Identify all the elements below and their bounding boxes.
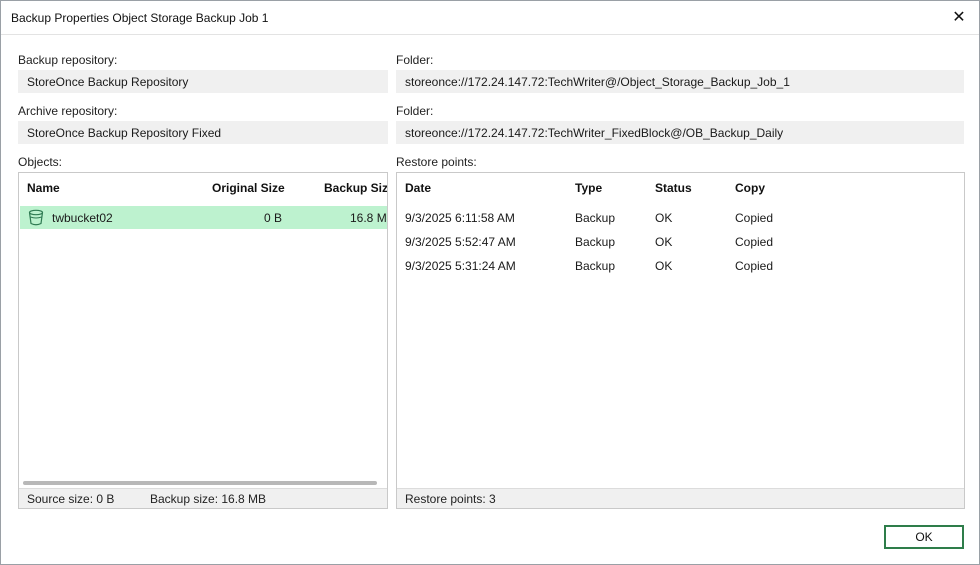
table-row[interactable]: 9/3/2025 5:52:47 AM Backup OK Copied xyxy=(397,230,964,254)
archive-repository-label: Archive repository: xyxy=(18,104,118,118)
column-header-original-size[interactable]: Original Size xyxy=(212,181,285,195)
restore-points-label: Restore points: xyxy=(396,155,477,169)
window-title: Backup Properties Object Storage Backup … xyxy=(11,11,269,25)
restore-point-copy: Copied xyxy=(735,259,774,273)
restore-point-date: 9/3/2025 6:11:58 AM xyxy=(405,211,515,225)
objects-status-bar: Source size: 0 B Backup size: 16.8 MB xyxy=(19,488,387,508)
restore-point-status: OK xyxy=(655,211,673,225)
source-size-text: Source size: 0 B xyxy=(27,492,115,506)
objects-label: Objects: xyxy=(18,155,63,169)
bucket-icon xyxy=(28,209,44,226)
title-bar: Backup Properties Object Storage Backup … xyxy=(1,1,979,35)
table-row[interactable]: twbucket02 0 B 16.8 MB xyxy=(20,206,387,229)
restore-point-copy: Copied xyxy=(735,211,774,225)
column-header-copy[interactable]: Copy xyxy=(735,181,765,195)
object-name: twbucket02 xyxy=(52,211,113,225)
horizontal-scrollbar[interactable] xyxy=(23,481,377,485)
column-header-date[interactable]: Date xyxy=(405,181,431,195)
archive-repository-field: StoreOnce Backup Repository Fixed xyxy=(18,121,388,144)
restore-points-status-bar: Restore points: 3 xyxy=(397,488,964,508)
backup-folder-field: storeonce://172.24.147.72:TechWriter@/Ob… xyxy=(396,70,964,93)
column-header-type[interactable]: Type xyxy=(575,181,602,195)
backup-repository-label: Backup repository: xyxy=(18,53,118,67)
restore-point-type: Backup xyxy=(575,235,616,249)
restore-point-date: 9/3/2025 5:52:47 AM xyxy=(405,235,516,249)
restore-point-date: 9/3/2025 5:31:24 AM xyxy=(405,259,516,273)
backup-folder-label: Folder: xyxy=(396,53,434,67)
column-header-status[interactable]: Status xyxy=(655,181,692,195)
backup-properties-dialog: Backup Properties Object Storage Backup … xyxy=(0,0,980,565)
restore-point-copy: Copied xyxy=(735,235,774,249)
restore-points-table: Date Type Status Copy 9/3/2025 6:11:58 A… xyxy=(396,172,965,509)
table-row[interactable]: 9/3/2025 5:31:24 AM Backup OK Copied xyxy=(397,254,964,278)
close-icon[interactable]: ✕ xyxy=(949,8,969,28)
ok-button[interactable]: OK xyxy=(884,525,964,549)
restore-point-status: OK xyxy=(655,235,673,249)
restore-points-count: Restore points: 3 xyxy=(405,492,496,506)
table-row[interactable]: 9/3/2025 6:11:58 AM Backup OK Copied xyxy=(397,206,964,230)
backup-size-text: Backup size: 16.8 MB xyxy=(150,492,267,506)
restore-point-status: OK xyxy=(655,259,673,273)
restore-point-type: Backup xyxy=(575,211,616,225)
object-original-size: 0 B xyxy=(263,211,282,225)
column-header-name[interactable]: Name xyxy=(27,181,60,195)
backup-repository-field: StoreOnce Backup Repository xyxy=(18,70,388,93)
column-header-backup-size[interactable]: Backup Size xyxy=(324,181,387,195)
restore-point-type: Backup xyxy=(575,259,616,273)
archive-folder-field: storeonce://172.24.147.72:TechWriter_Fix… xyxy=(396,121,964,144)
object-backup-size: 16.8 MB xyxy=(350,211,387,225)
objects-table: Name Original Size Backup Size twbucket0… xyxy=(18,172,388,509)
archive-folder-label: Folder: xyxy=(396,104,434,118)
